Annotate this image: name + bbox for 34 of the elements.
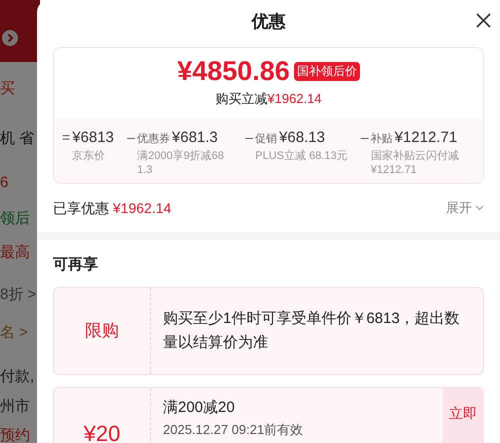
- breakdown-amount: =¥6813: [62, 128, 115, 148]
- price-tag: 国补领后价: [294, 62, 360, 81]
- limit-label: 限购: [85, 320, 119, 342]
- offer-text: 满200减20: [163, 398, 236, 418]
- coupon-value: ¥20: [84, 420, 120, 443]
- background-text: 预约: [0, 426, 30, 443]
- background-text: 州市: [0, 397, 30, 417]
- enjoyed-discount: 已享优惠 ¥1962.14: [53, 198, 172, 218]
- offer-text: 购买至少1件时可享受单件价￥6813，超出数量以结算价为准: [163, 308, 461, 352]
- background-text: 机 省: [0, 129, 34, 149]
- breakdown-amount: –促销¥68.13: [245, 128, 326, 148]
- background-text: 买: [0, 79, 15, 99]
- breakdown-note: 国家补贴云闪付减¥1212.71: [370, 149, 460, 177]
- chevron-right-icon[interactable]: [2, 30, 18, 46]
- saving-text: 购买立减¥1962.14: [215, 90, 322, 108]
- breakdown-note: 满2000享9折减681.3: [136, 149, 225, 177]
- validity-text: 2025.12.27 09:21前有效: [163, 420, 304, 438]
- panel-title: 优惠: [252, 11, 286, 34]
- background-text: 8折 >: [0, 285, 36, 305]
- background-text: 领后: [0, 209, 30, 229]
- breakdown-amount: –补贴¥1212.71: [360, 128, 458, 148]
- section-title: 可再享: [52, 255, 99, 275]
- background-text: 6: [0, 173, 8, 193]
- expand-button[interactable]: 展开: [446, 198, 484, 218]
- chevron-down-icon: [475, 205, 484, 211]
- breakdown-amount: –优惠券¥681.3: [127, 128, 219, 148]
- final-price: ¥4850.86: [177, 58, 290, 85]
- close-icon[interactable]: [476, 13, 491, 28]
- breakdown-note: 京东价: [71, 149, 106, 163]
- background-text: 名 >: [0, 323, 28, 343]
- background-text: 付款,: [0, 367, 34, 387]
- background-text: 最高: [0, 243, 30, 263]
- use-now-button[interactable]: 立即: [443, 388, 483, 443]
- breakdown-note: PLUS立减 68.13元: [254, 149, 349, 163]
